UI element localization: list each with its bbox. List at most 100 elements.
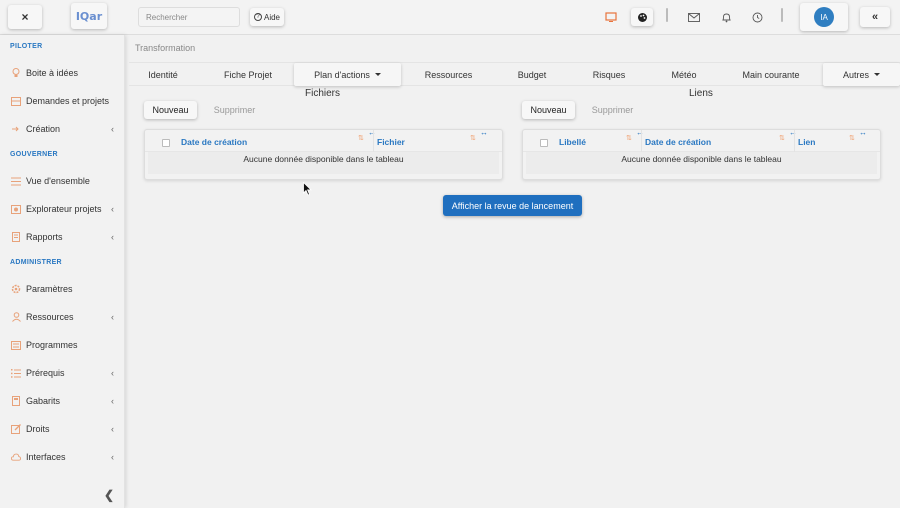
sidebar-item-label: Gabarits <box>26 396 61 406</box>
sidebar-item-droits[interactable]: Droits ‹ <box>0 419 125 439</box>
sidebar-item-label: Vue d'ensemble <box>26 176 90 186</box>
resize-icon[interactable]: ↔ <box>789 128 797 137</box>
mail-icon[interactable] <box>683 8 705 26</box>
sidebar-item-boite-a-idees[interactable]: Boite à idées <box>0 63 125 83</box>
chevron-left-icon: ‹ <box>111 232 114 242</box>
sort-icon[interactable]: ⇅ <box>358 134 364 142</box>
chevron-left-icon: ‹ <box>111 124 114 134</box>
sidebar-item-creation[interactable]: Création ‹ <box>0 119 125 139</box>
sidebar-item-prerequis[interactable]: Prérequis ‹ <box>0 363 125 383</box>
report-icon <box>11 232 21 242</box>
column-header-libelle[interactable]: Libellé <box>559 137 586 147</box>
collapse-panel-button[interactable]: « <box>860 7 890 27</box>
sidebar-item-demandes-et-projets[interactable]: Demandes et projets <box>0 91 125 111</box>
links-panel-title: Liens <box>689 88 713 99</box>
app-logo[interactable]: IQar <box>71 3 107 29</box>
column-header-lien[interactable]: Lien <box>798 137 815 147</box>
sidebar-item-label: Droits <box>26 424 50 434</box>
chevron-left-icon: ‹ <box>111 452 114 462</box>
links-new-button[interactable]: Nouveau <box>522 101 575 119</box>
files-panel-title: Fichiers <box>305 88 341 99</box>
column-header-fichier[interactable]: Fichier <box>377 137 405 147</box>
section-title-piloter: PILOTER <box>10 43 43 50</box>
caret-down-icon <box>374 73 381 76</box>
palette-icon[interactable] <box>631 8 653 26</box>
help-button[interactable]: ? Aide <box>250 8 284 26</box>
files-new-button[interactable]: Nouveau <box>144 101 197 119</box>
sidebar-item-ressources[interactable]: Ressources ‹ <box>0 307 125 327</box>
toolbar-divider <box>781 8 783 22</box>
user-icon <box>11 312 21 322</box>
checklist-icon <box>11 368 21 378</box>
avatar: IA <box>814 7 834 27</box>
sidebar: PILOTER Boite à idées Demandes et projet… <box>0 35 125 508</box>
files-delete-button[interactable]: Supprimer <box>208 101 261 119</box>
logo-text: IQar <box>75 9 103 23</box>
sidebar-item-label: Programmes <box>26 340 78 350</box>
sidebar-item-label: Ressources <box>26 312 74 322</box>
sidebar-item-programmes[interactable]: Programmes <box>0 335 125 355</box>
caret-down-icon <box>874 73 880 76</box>
links-delete-button[interactable]: Supprimer <box>586 101 639 119</box>
tab-identite[interactable]: Identité <box>129 63 197 86</box>
sidebar-item-label: Prérequis <box>26 368 65 378</box>
sort-icon[interactable]: ⇅ <box>849 134 855 142</box>
tab-risques[interactable]: Risques <box>579 63 639 86</box>
tab-plan-d-actions[interactable]: Plan d'actions <box>294 63 401 86</box>
select-all-checkbox[interactable] <box>162 139 170 147</box>
column-divider <box>373 130 374 152</box>
empty-table-message: Aucune donnée disponible dans le tableau <box>243 154 404 164</box>
resize-icon[interactable]: ↔ <box>480 128 488 137</box>
tab-ressources[interactable]: Ressources <box>411 63 486 86</box>
sidebar-item-explorateur-projets[interactable]: Explorateur projets ‹ <box>0 199 125 219</box>
chevron-left-icon: ‹ <box>111 424 114 434</box>
search-input[interactable] <box>138 7 240 27</box>
sidebar-item-interfaces[interactable]: Interfaces ‹ <box>0 447 125 467</box>
bell-icon[interactable] <box>715 8 737 26</box>
sidebar-item-parametres[interactable]: Paramètres <box>0 279 125 299</box>
resize-icon[interactable]: ↔ <box>636 128 644 137</box>
tab-label: Autres <box>842 69 869 80</box>
resize-icon[interactable]: ↔ <box>368 128 376 137</box>
template-icon <box>11 396 21 406</box>
lightbulb-icon <box>11 68 21 78</box>
sidebar-collapse-button[interactable]: ❮ <box>104 488 114 502</box>
column-divider <box>794 130 795 152</box>
clock-icon[interactable] <box>746 8 768 26</box>
sidebar-item-gabarits[interactable]: Gabarits ‹ <box>0 391 125 411</box>
column-header-date-de-creation[interactable]: Date de création <box>645 137 711 147</box>
column-header-date-de-creation[interactable]: Date de création <box>181 137 247 147</box>
user-menu[interactable]: IA <box>800 3 848 31</box>
tab-autres[interactable]: Autres <box>823 63 900 86</box>
sidebar-item-vue-d-ensemble[interactable]: Vue d'ensemble <box>0 171 125 191</box>
breadcrumb: Transformation <box>135 43 196 53</box>
select-all-checkbox[interactable] <box>540 139 548 147</box>
column-divider <box>641 130 642 152</box>
close-button[interactable]: × <box>8 5 42 29</box>
sort-icon[interactable]: ⇅ <box>470 134 476 142</box>
chevron-left-icon: ‹ <box>111 312 114 322</box>
links-table: Libellé ⇅ ↔ Date de création ⇅ ↔ Lien ⇅ … <box>522 128 881 180</box>
edit-icon <box>11 424 21 434</box>
tab-fiche-projet[interactable]: Fiche Projet <box>209 63 287 86</box>
tab-label: Plan d'actions <box>314 69 370 80</box>
tab-budget[interactable]: Budget <box>502 63 562 86</box>
launch-review-button[interactable]: Afficher la revue de lancement <box>443 195 582 216</box>
inbox-icon <box>11 96 21 106</box>
resize-icon[interactable]: ↔ <box>859 128 867 137</box>
sort-icon[interactable]: ⇅ <box>626 134 632 142</box>
files-table: Date de création ⇅ ↔ Fichier ⇅ ↔ Aucune … <box>144 128 503 180</box>
program-icon <box>11 340 21 350</box>
screen-icon[interactable] <box>600 8 622 26</box>
sort-icon[interactable]: ⇅ <box>779 134 785 142</box>
tab-meteo[interactable]: Météo <box>656 63 712 86</box>
table-header: Libellé ⇅ ↔ Date de création ⇅ ↔ Lien ⇅ … <box>523 128 880 152</box>
gear-icon <box>11 284 21 294</box>
toolbar-divider <box>666 8 668 22</box>
mouse-cursor-icon <box>303 181 312 199</box>
sidebar-item-rapports[interactable]: Rapports ‹ <box>0 227 125 247</box>
tab-main-courante[interactable]: Main courante <box>729 63 813 86</box>
chevron-left-icon: ‹ <box>111 368 114 378</box>
sidebar-item-label: Rapports <box>26 232 63 242</box>
cloud-icon <box>11 452 21 462</box>
